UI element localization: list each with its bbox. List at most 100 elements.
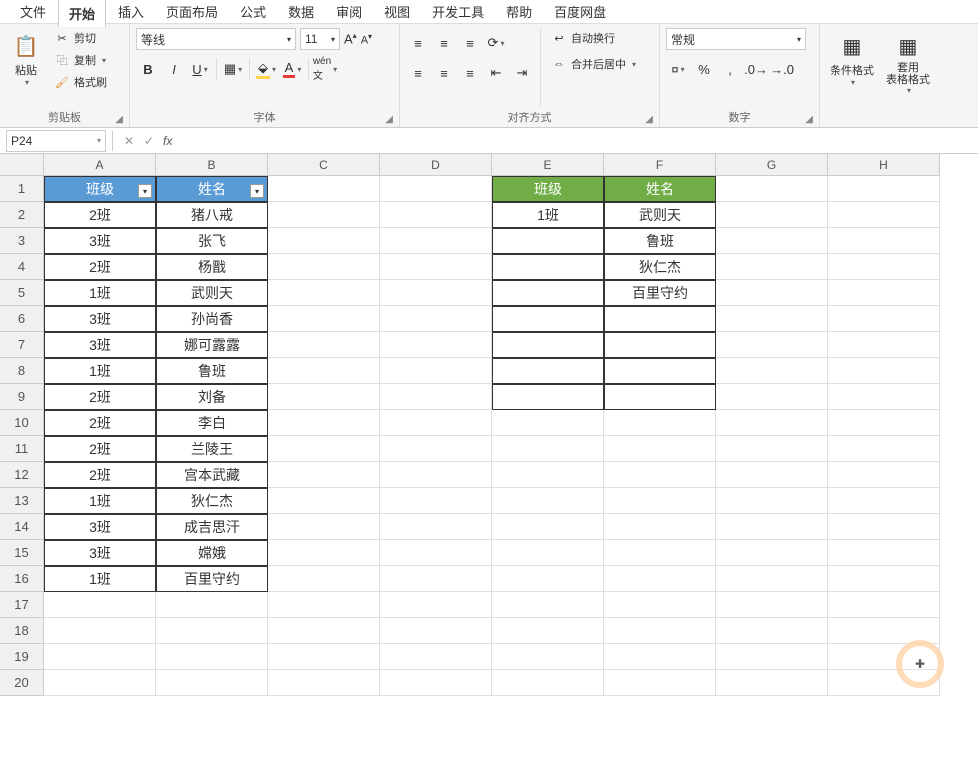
cell-B18[interactable] <box>156 618 268 644</box>
col-header-B[interactable]: B <box>156 154 268 176</box>
row-header-14[interactable]: 14 <box>0 514 44 540</box>
col-header-H[interactable]: H <box>828 154 940 176</box>
cell-E2[interactable]: 1班 <box>492 202 604 228</box>
cell-H9[interactable] <box>828 384 940 410</box>
cell-D12[interactable] <box>380 462 492 488</box>
cell-C13[interactable] <box>268 488 380 514</box>
row-header-3[interactable]: 3 <box>0 228 44 254</box>
cell-G11[interactable] <box>716 436 828 462</box>
cell-F5[interactable]: 百里守约 <box>604 280 716 306</box>
comma-button[interactable]: , <box>718 58 742 80</box>
row-header-4[interactable]: 4 <box>0 254 44 280</box>
decrease-font-icon[interactable]: A▾ <box>361 32 372 47</box>
cell-C20[interactable] <box>268 670 380 696</box>
fx-icon[interactable]: fx <box>163 134 172 148</box>
align-left-icon[interactable]: ≡ <box>406 62 430 84</box>
font-color-button[interactable]: A <box>280 58 304 80</box>
cell-H10[interactable] <box>828 410 940 436</box>
cell-D6[interactable] <box>380 306 492 332</box>
cell-B11[interactable]: 兰陵王 <box>156 436 268 462</box>
cell-E7[interactable] <box>492 332 604 358</box>
row-header-6[interactable]: 6 <box>0 306 44 332</box>
col-header-C[interactable]: C <box>268 154 380 176</box>
cell-E19[interactable] <box>492 644 604 670</box>
cell-G2[interactable] <box>716 202 828 228</box>
row-header-7[interactable]: 7 <box>0 332 44 358</box>
cell-G20[interactable] <box>716 670 828 696</box>
cell-G18[interactable] <box>716 618 828 644</box>
row-header-18[interactable]: 18 <box>0 618 44 644</box>
cell-B14[interactable]: 成吉思汗 <box>156 514 268 540</box>
col-header-G[interactable]: G <box>716 154 828 176</box>
cell-D14[interactable] <box>380 514 492 540</box>
cell-H12[interactable] <box>828 462 940 488</box>
row-header-10[interactable]: 10 <box>0 410 44 436</box>
cell-E10[interactable] <box>492 410 604 436</box>
cell-G15[interactable] <box>716 540 828 566</box>
cancel-formula-button[interactable]: ✕ <box>119 131 139 151</box>
align-bottom-icon[interactable]: ≡ <box>458 32 482 54</box>
cell-F10[interactable] <box>604 410 716 436</box>
cell-A6[interactable]: 3班 <box>44 306 156 332</box>
cell-F9[interactable] <box>604 384 716 410</box>
cell-B17[interactable] <box>156 592 268 618</box>
cell-H14[interactable] <box>828 514 940 540</box>
cell-H8[interactable] <box>828 358 940 384</box>
col-header-D[interactable]: D <box>380 154 492 176</box>
select-all-corner[interactable] <box>0 154 44 176</box>
cell-F1[interactable]: 姓名 <box>604 176 716 202</box>
conditional-format-button[interactable]: ▦ 条件格式 <box>826 28 878 91</box>
cell-B3[interactable]: 张飞 <box>156 228 268 254</box>
cell-B16[interactable]: 百里守约 <box>156 566 268 592</box>
cell-F14[interactable] <box>604 514 716 540</box>
cell-B7[interactable]: 娜可露露 <box>156 332 268 358</box>
cell-H13[interactable] <box>828 488 940 514</box>
cell-B19[interactable] <box>156 644 268 670</box>
cell-G19[interactable] <box>716 644 828 670</box>
row-header-8[interactable]: 8 <box>0 358 44 384</box>
cell-B13[interactable]: 狄仁杰 <box>156 488 268 514</box>
cell-C1[interactable] <box>268 176 380 202</box>
fill-color-button[interactable]: ⬙ <box>254 58 278 80</box>
cell-E18[interactable] <box>492 618 604 644</box>
row-header-5[interactable]: 5 <box>0 280 44 306</box>
cell-C14[interactable] <box>268 514 380 540</box>
cell-D3[interactable] <box>380 228 492 254</box>
row-header-2[interactable]: 2 <box>0 202 44 228</box>
cell-B15[interactable]: 嫦娥 <box>156 540 268 566</box>
row-header-16[interactable]: 16 <box>0 566 44 592</box>
cell-G5[interactable] <box>716 280 828 306</box>
cell-F4[interactable]: 狄仁杰 <box>604 254 716 280</box>
cell-G8[interactable] <box>716 358 828 384</box>
cell-C4[interactable] <box>268 254 380 280</box>
increase-font-icon[interactable]: A▴ <box>344 31 357 46</box>
filter-icon[interactable]: ▾ <box>250 184 264 198</box>
cell-D17[interactable] <box>380 592 492 618</box>
cell-C9[interactable] <box>268 384 380 410</box>
cell-D13[interactable] <box>380 488 492 514</box>
cell-H7[interactable] <box>828 332 940 358</box>
cell-F16[interactable] <box>604 566 716 592</box>
menu-item-3[interactable]: 页面布局 <box>156 0 228 25</box>
bold-button[interactable]: B <box>136 58 160 80</box>
cell-C5[interactable] <box>268 280 380 306</box>
decrease-decimal-icon[interactable]: →.0 <box>770 58 794 80</box>
number-format-combo[interactable]: 常规▾ <box>666 28 806 50</box>
cell-C2[interactable] <box>268 202 380 228</box>
cell-C19[interactable] <box>268 644 380 670</box>
table-format-button[interactable]: ▦ 套用 表格格式 <box>882 28 934 99</box>
cell-E20[interactable] <box>492 670 604 696</box>
cell-H2[interactable] <box>828 202 940 228</box>
cell-F8[interactable] <box>604 358 716 384</box>
cell-D4[interactable] <box>380 254 492 280</box>
dialog-launcher-icon[interactable]: ◢ <box>385 114 393 125</box>
increase-decimal-icon[interactable]: .0→ <box>744 58 768 80</box>
align-middle-icon[interactable]: ≡ <box>432 32 456 54</box>
row-header-20[interactable]: 20 <box>0 670 44 696</box>
cell-D2[interactable] <box>380 202 492 228</box>
cell-B8[interactable]: 鲁班 <box>156 358 268 384</box>
row-header-17[interactable]: 17 <box>0 592 44 618</box>
cell-B1[interactable]: 姓名▾ <box>156 176 268 202</box>
align-right-icon[interactable]: ≡ <box>458 62 482 84</box>
font-name-combo[interactable]: 等线▾ <box>136 28 296 50</box>
